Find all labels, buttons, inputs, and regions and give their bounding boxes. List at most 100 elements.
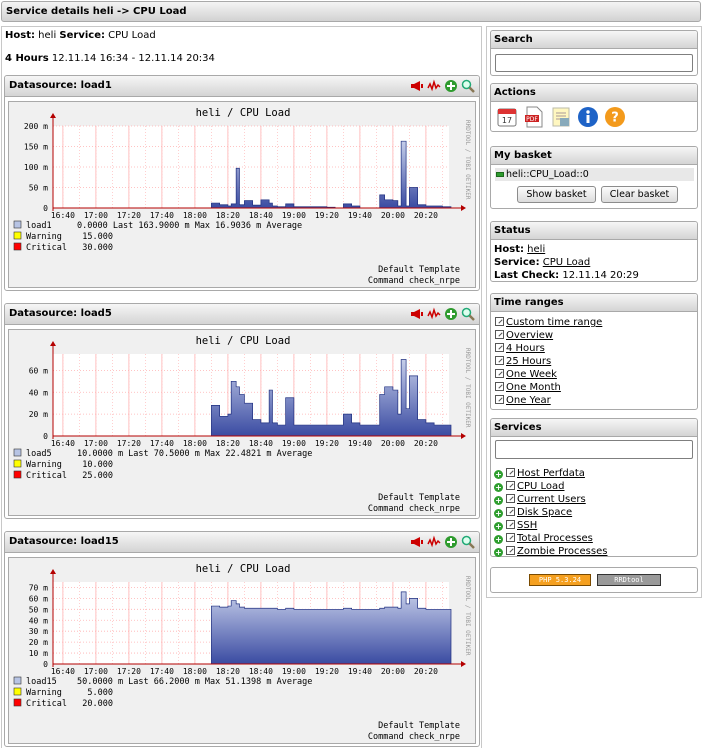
services-filter-input[interactable] xyxy=(495,440,693,459)
timerange-item[interactable]: 25 Hours xyxy=(495,355,602,368)
service-item[interactable]: + Current Users xyxy=(494,493,607,506)
x-tick-label: 17:40 xyxy=(150,439,174,448)
service-item[interactable]: + SSH xyxy=(494,519,607,532)
add-to-basket-icon[interactable] xyxy=(444,307,458,321)
timerange-item[interactable]: One Month xyxy=(495,381,602,394)
x-tick-label: 18:20 xyxy=(216,211,240,220)
external-link-icon xyxy=(495,382,504,391)
legend-name: Warning xyxy=(26,688,62,698)
rrdtool-credit: RRDTOOL / TOBI OETIKER xyxy=(464,576,471,656)
timeranges-box: Time ranges Custom time range Overview 4… xyxy=(490,293,698,410)
timerange-item[interactable]: Custom time range xyxy=(495,316,602,329)
x-tick-label: 16:40 xyxy=(51,211,75,220)
service-link[interactable]: CPU Load xyxy=(517,481,565,492)
datasource-header: Datasource: load15 xyxy=(5,532,479,553)
service-link[interactable]: Total Processes xyxy=(517,533,593,544)
timerange-link[interactable]: 4 Hours xyxy=(506,343,545,354)
timerange-link[interactable]: One Month xyxy=(506,382,561,393)
expand-plus-icon[interactable]: + xyxy=(494,483,503,492)
info-icon[interactable] xyxy=(577,106,599,128)
expand-plus-icon[interactable]: + xyxy=(494,522,503,531)
calendar-icon[interactable]: 17 xyxy=(496,106,518,128)
timerange-link[interactable]: Overview xyxy=(506,330,553,341)
graph-wave-icon[interactable] xyxy=(427,307,441,321)
service-link[interactable]: Current Users xyxy=(517,494,586,505)
expand-plus-icon[interactable]: + xyxy=(494,509,503,518)
x-tick-label: 19:40 xyxy=(348,439,372,448)
timerange-item[interactable]: 4 Hours xyxy=(495,342,602,355)
timerange-item[interactable]: One Week xyxy=(495,368,602,381)
service-item[interactable]: + Zombie Processes xyxy=(494,545,607,558)
page-header: Service details heli -> CPU Load xyxy=(1,1,701,22)
zoom-icon[interactable] xyxy=(461,535,475,549)
y-tick-label: 0 xyxy=(43,660,48,669)
search-input[interactable] xyxy=(495,54,693,72)
external-link-icon xyxy=(495,356,504,365)
timerange-link[interactable]: One Year xyxy=(506,395,551,406)
datasource-tools xyxy=(410,307,475,321)
service-item[interactable]: + Total Processes xyxy=(494,532,607,545)
legend-name: load15 xyxy=(26,677,57,687)
x-tick-label: 18:00 xyxy=(183,211,207,220)
expand-plus-icon[interactable]: + xyxy=(494,548,503,557)
timerange-link[interactable]: 25 Hours xyxy=(506,356,551,367)
legend-name: load1 xyxy=(26,221,52,231)
timerange-link[interactable]: One Week xyxy=(506,369,557,380)
rrdtool-badge[interactable]: RRDtool xyxy=(597,574,661,586)
status-host-link[interactable]: heli xyxy=(527,244,545,255)
legend-name: Warning xyxy=(26,460,62,470)
add-to-basket-icon[interactable] xyxy=(444,535,458,549)
x-tick-label: 18:40 xyxy=(249,439,273,448)
add-to-basket-icon[interactable] xyxy=(444,79,458,93)
range-value: 12.11.14 16:34 - 12.11.14 20:34 xyxy=(51,53,215,64)
datasource-title: Datasource: load15 xyxy=(9,536,119,547)
graph-image[interactable]: heli / CPU Load RRDTOOL / TOBI OETIKER 16:… xyxy=(8,329,476,516)
status-service-link[interactable]: CPU Load xyxy=(543,257,591,268)
basket-item[interactable]: heli::CPU_Load::0 xyxy=(495,168,694,181)
service-item[interactable]: + CPU Load xyxy=(494,480,607,493)
remove-icon[interactable] xyxy=(496,171,504,177)
status-lastcheck-label: Last Check: xyxy=(494,270,560,281)
service-link[interactable]: SSH xyxy=(517,520,537,531)
status-lastcheck-value: 12.11.14 20:29 xyxy=(562,270,639,281)
zoom-icon[interactable] xyxy=(461,79,475,93)
template-label: Default Template xyxy=(378,265,460,275)
expand-plus-icon[interactable]: + xyxy=(494,470,503,479)
show-basket-button[interactable]: Show basket xyxy=(517,186,596,203)
pdf-icon[interactable]: PDF xyxy=(523,106,545,128)
service-item[interactable]: + Host Perfdata xyxy=(494,467,607,480)
zoom-icon[interactable] xyxy=(461,307,475,321)
megaphone-icon[interactable] xyxy=(410,79,424,93)
service-link[interactable]: Disk Space xyxy=(517,507,572,518)
rrdtool-credit: RRDTOOL / TOBI OETIKER xyxy=(464,348,471,428)
status-service-row: Service: CPU Load xyxy=(494,256,639,269)
service-link[interactable]: Zombie Processes xyxy=(517,546,607,557)
help-icon[interactable]: ? xyxy=(604,106,626,128)
graph-image[interactable]: heli / CPU Load RRDTOOL / TOBI OETIKER 16:… xyxy=(8,101,476,288)
expand-plus-icon[interactable]: + xyxy=(494,535,503,544)
graph-wave-icon[interactable] xyxy=(427,535,441,549)
status-title: Status xyxy=(491,222,697,240)
megaphone-icon[interactable] xyxy=(410,535,424,549)
x-tick-label: 19:00 xyxy=(282,211,306,220)
notes-icon[interactable] xyxy=(550,106,572,128)
x-tick-label: 18:20 xyxy=(216,439,240,448)
y-tick-label: 60 m xyxy=(29,594,48,603)
legend-swatch xyxy=(13,220,22,229)
y-tick-label: 50 m xyxy=(29,605,48,614)
timerange-item[interactable]: One Year xyxy=(495,394,602,407)
php-badge[interactable]: PHP 5.3.24 xyxy=(529,574,591,586)
expand-plus-icon[interactable]: + xyxy=(494,496,503,505)
service-link[interactable]: Host Perfdata xyxy=(517,468,585,479)
external-link-icon xyxy=(506,494,515,503)
timerange-link[interactable]: Custom time range xyxy=(506,317,602,328)
y-axis-arrow xyxy=(50,341,56,346)
service-item[interactable]: + Disk Space xyxy=(494,506,607,519)
graph-image[interactable]: heli / CPU Load RRDTOOL / TOBI OETIKER 16:… xyxy=(8,557,476,744)
clear-basket-button[interactable]: Clear basket xyxy=(601,186,678,203)
timerange-item[interactable]: Overview xyxy=(495,329,602,342)
megaphone-icon[interactable] xyxy=(410,307,424,321)
graph-wave-icon[interactable] xyxy=(427,79,441,93)
y-tick-label: 60 m xyxy=(29,366,48,375)
template-label: Default Template xyxy=(378,493,460,503)
